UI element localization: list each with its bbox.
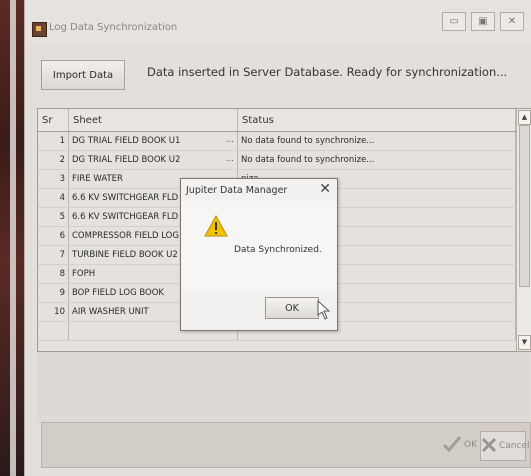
table-row[interactable]: 1 DG TRIAL FIELD BOOK U1... No data found … <box>38 131 516 151</box>
scroll-down-icon[interactable]: ▼ <box>518 335 531 350</box>
row-number: 8 <box>38 264 69 284</box>
message-dialog: Jupiter Data Manager ✕ Data Synchronized… <box>180 178 338 331</box>
close-icon[interactable]: ✕ <box>500 12 524 31</box>
row-number: 4 <box>38 188 69 208</box>
footer-bar: OK Cancel <box>41 422 531 468</box>
row-number: 3 <box>38 169 69 189</box>
status-cell: No data found to synchronize... <box>237 150 516 170</box>
empty-panel <box>37 352 530 422</box>
row-number: 9 <box>38 283 69 303</box>
app-icon <box>32 22 47 37</box>
footer-cancel-button[interactable]: Cancel <box>480 431 530 461</box>
maximize-icon[interactable]: ▣ <box>471 12 495 31</box>
cursor-icon <box>317 299 331 323</box>
table-row[interactable]: 2 DG TRIAL FIELD BOOK U2... No data found … <box>38 150 516 170</box>
row-number: 6 <box>38 226 69 246</box>
row-number: 1 <box>38 131 69 151</box>
row-number: 10 <box>38 302 69 322</box>
warning-icon <box>204 214 228 240</box>
dialog-ok-button[interactable]: OK <box>265 297 319 319</box>
column-header-sheet[interactable]: Sheet <box>68 109 238 132</box>
background-strip <box>0 0 24 476</box>
column-header-sr[interactable]: Sr <box>38 109 69 132</box>
sheet-cell[interactable]: DG TRIAL FIELD BOOK U1... <box>68 131 238 151</box>
scroll-thumb[interactable] <box>519 125 530 287</box>
row-number: 2 <box>38 150 69 170</box>
sheet-cell[interactable]: DG TRIAL FIELD BOOK U2... <box>68 150 238 170</box>
ellipsis-icon[interactable]: ... <box>226 154 234 164</box>
row-number: 5 <box>38 207 69 227</box>
row-number: 7 <box>38 245 69 265</box>
ellipsis-icon[interactable]: ... <box>226 135 234 145</box>
scroll-up-icon[interactable]: ▲ <box>518 110 531 125</box>
vertical-scrollbar[interactable]: ▲ ▼ <box>516 109 531 351</box>
dialog-title: Jupiter Data Manager <box>186 185 288 196</box>
check-icon <box>442 434 462 457</box>
minimize-icon[interactable]: ▭ <box>442 12 466 31</box>
footer-ok-button[interactable]: OK <box>442 431 478 459</box>
status-cell: No data found to synchronize... <box>237 131 516 151</box>
cancel-x-icon <box>481 437 497 456</box>
import-data-button[interactable]: Import Data <box>41 60 125 90</box>
close-icon[interactable]: ✕ <box>319 181 331 197</box>
dialog-message: Data Synchronized. <box>234 245 322 255</box>
window-title: Log Data Synchronization <box>49 22 178 33</box>
status-message: Data inserted in Server Database. Ready … <box>147 65 508 79</box>
title-bar: Log Data Synchronization ▭ ▣ ✕ <box>25 0 531 46</box>
column-header-status[interactable]: Status <box>237 109 516 132</box>
